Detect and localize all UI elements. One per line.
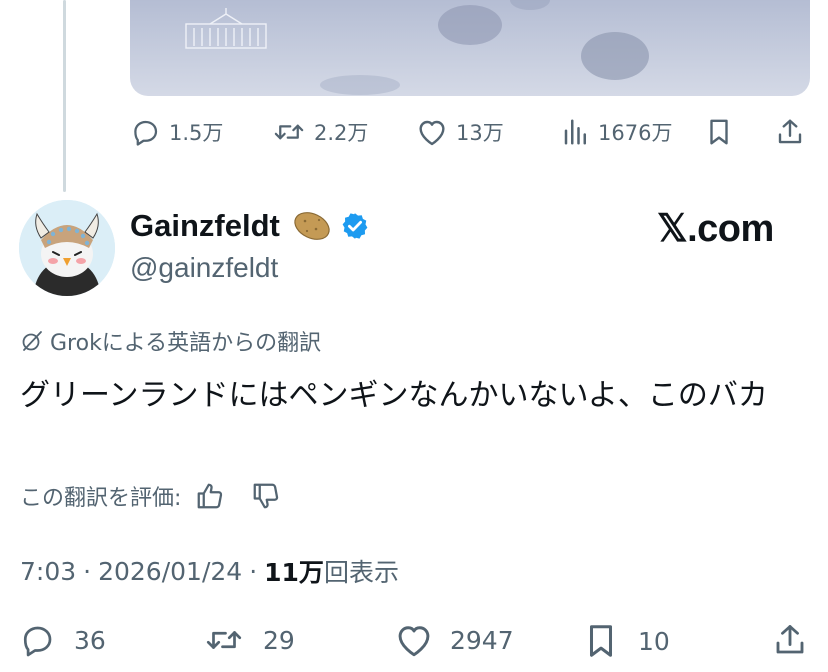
tweet-text: グリーンランドにはペンギンなんかいないよ、このバカ [20,378,768,413]
meta-separator: · [83,556,92,586]
share-button[interactable] [772,622,808,658]
tweet-date[interactable]: 2026/01/24 [98,557,242,586]
author-name[interactable]: Gainzfeldt [130,208,280,244]
retweet-icon [206,631,242,649]
reply-count: 36 [74,625,106,655]
views-button[interactable]: 1676万 [562,117,672,147]
rate-translation-label: この翻訳を評価: [20,486,182,511]
reply-button[interactable]: 36 [20,622,106,658]
snow-photo [185,0,649,95]
retweet-count: 2.2万 [314,121,369,145]
like-count: 2947 [450,625,514,655]
tweet-views-label: 回表示 [323,558,399,587]
translation-attribution: Grokによる英語からの翻訳 [20,325,321,357]
like-count: 13万 [456,121,504,145]
reply-button[interactable]: 1.5万 [131,117,223,147]
thread-line [63,0,66,192]
retweet-button[interactable]: 2.2万 [272,117,368,147]
author-name-row[interactable]: Gainzfeldt [130,208,370,244]
grok-icon [22,331,42,351]
retweet-button[interactable]: 29 [203,622,295,658]
share-icon [776,625,804,654]
bookmark-button[interactable] [705,117,733,147]
translation-label: Grokによる英語からの翻訳 [50,331,322,356]
retweet-count: 29 [263,625,295,655]
avatar-image [19,200,115,296]
reply-icon [134,120,158,146]
like-button[interactable]: 13万 [416,117,504,147]
bookmark-count: 10 [638,626,670,656]
reply-count: 1.5万 [169,121,224,145]
like-icon [419,120,445,146]
share-button[interactable] [775,117,805,147]
verified-badge-icon[interactable] [340,211,370,241]
x-com-logo: 𝕏.com [657,208,774,250]
meta-separator: · [249,556,258,586]
tweet-meta: 7:03 · 2026/01/24 · 11万 回表示 [20,553,399,589]
like-button[interactable]: 2947 [394,622,514,658]
views-icon [564,119,586,145]
share-icon [778,119,802,144]
potato-emoji-icon [292,209,332,243]
tweet-time[interactable]: 7:03 [20,557,76,586]
white-house-watermark [185,8,267,49]
rate-translation: この翻訳を評価: [20,480,281,512]
thumbs-down-icon[interactable] [251,481,281,511]
bookmark-icon [710,119,728,145]
reply-icon [23,626,52,657]
tweet-views-count: 11万 [264,558,324,587]
avatar[interactable] [19,200,115,296]
bookmark-button[interactable]: 10 [584,622,670,660]
tweet-media-image[interactable] [130,0,810,96]
like-icon [398,626,430,657]
bookmark-icon [589,625,613,657]
retweet-icon [274,124,304,140]
author-handle[interactable]: @gainzfeldt [130,252,278,284]
thumbs-up-icon[interactable] [195,481,225,511]
views-count: 1676万 [598,121,673,145]
